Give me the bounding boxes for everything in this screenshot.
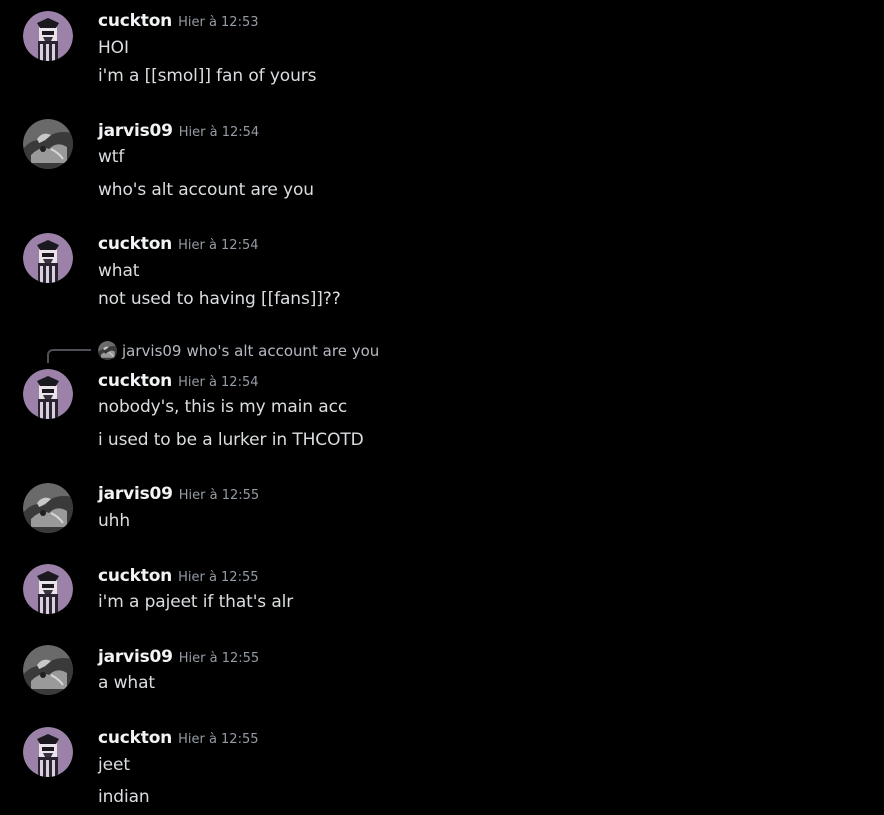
- message-text: not used to having [[fans]]??: [98, 289, 341, 309]
- message-header: jarvis09 Hier à 12:55: [98, 484, 259, 506]
- timestamp[interactable]: Hier à 12:55: [178, 732, 258, 747]
- cuckton-avatar-icon[interactable]: [23, 369, 73, 419]
- timestamp[interactable]: Hier à 12:54: [178, 375, 258, 390]
- username[interactable]: jarvis09: [98, 484, 173, 504]
- username[interactable]: cuckton: [98, 11, 172, 31]
- message-text: indian: [98, 787, 150, 807]
- cuckton-avatar-icon[interactable]: [23, 564, 73, 614]
- message-text: who's alt account are you: [98, 180, 314, 200]
- message-text: i used to be a lurker in THCOTD: [98, 430, 364, 450]
- message-text: i'm a [[smol]] fan of yours: [98, 66, 317, 86]
- message-header: cuckton Hier à 12:55: [98, 566, 259, 588]
- username[interactable]: cuckton: [98, 728, 172, 748]
- username[interactable]: cuckton: [98, 371, 172, 391]
- username[interactable]: cuckton: [98, 566, 172, 586]
- jarvis09-avatar-icon[interactable]: [23, 483, 73, 533]
- message-text: uhh: [98, 511, 131, 531]
- message-header: cuckton Hier à 12:53: [98, 11, 259, 33]
- reply-username[interactable]: jarvis09: [122, 342, 181, 360]
- jarvis09-avatar-icon: [98, 341, 117, 360]
- reply-preview[interactable]: jarvis09 who's alt account are you: [98, 341, 379, 360]
- message-header: cuckton Hier à 12:54: [98, 234, 259, 256]
- message-text: HOI: [98, 38, 129, 58]
- jarvis09-avatar-icon[interactable]: [23, 645, 73, 695]
- reply-spine: [47, 349, 91, 363]
- message-header: cuckton Hier à 12:55: [98, 728, 259, 750]
- timestamp[interactable]: Hier à 12:55: [179, 488, 259, 503]
- reply-text[interactable]: who's alt account are you: [186, 342, 379, 360]
- cuckton-avatar-icon[interactable]: [23, 233, 73, 283]
- timestamp[interactable]: Hier à 12:55: [179, 651, 259, 666]
- message-text: wtf: [98, 147, 125, 167]
- timestamp[interactable]: Hier à 12:55: [178, 570, 258, 585]
- username[interactable]: jarvis09: [98, 121, 173, 141]
- message-header: jarvis09 Hier à 12:54: [98, 121, 259, 143]
- cuckton-avatar-icon[interactable]: [23, 11, 73, 61]
- timestamp[interactable]: Hier à 12:53: [178, 15, 258, 30]
- message-text: jeet: [98, 755, 130, 775]
- message-header: jarvis09 Hier à 12:55: [98, 647, 259, 669]
- cuckton-avatar-icon[interactable]: [23, 727, 73, 777]
- message-text: i'm a pajeet if that's alr: [98, 592, 294, 612]
- message-text: what: [98, 261, 140, 281]
- message-text: nobody's, this is my main acc: [98, 397, 348, 417]
- message-header: cuckton Hier à 12:54: [98, 371, 259, 393]
- timestamp[interactable]: Hier à 12:54: [178, 238, 258, 253]
- message-text: a what: [98, 673, 155, 693]
- username[interactable]: cuckton: [98, 234, 172, 254]
- username[interactable]: jarvis09: [98, 647, 173, 667]
- timestamp[interactable]: Hier à 12:54: [179, 125, 259, 140]
- jarvis09-avatar-icon[interactable]: [23, 119, 73, 169]
